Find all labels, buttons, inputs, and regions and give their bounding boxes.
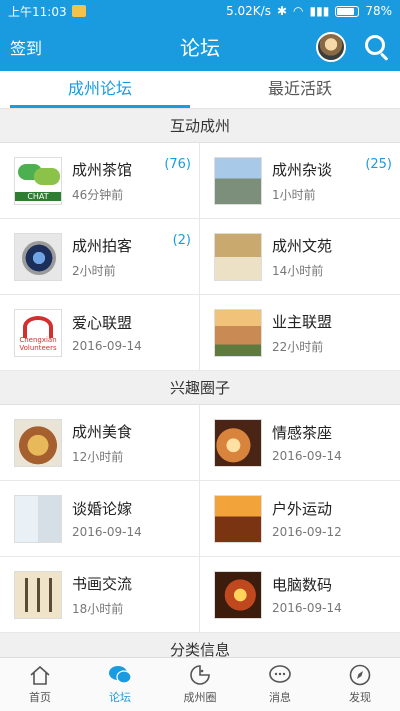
forum-time: 46分钟前 [72,187,124,202]
volunteer-logo: Chengxian Volunteers [14,308,62,357]
forum-item[interactable]: 谈婚论嫁 2016-09-14 [0,481,200,557]
forum-name: 成州文苑 [272,236,333,255]
forum-item[interactable]: 书画交流 18小时前 [0,557,200,633]
search-icon[interactable] [364,34,390,61]
bluetooth-icon: ✱ [276,4,288,18]
forum-item[interactable]: 成州文苑 14小时前 [200,219,400,295]
books-image [214,232,262,281]
battery-icon [335,5,360,17]
forum-name: 业主联盟 [272,312,333,331]
forum-time: 2016-09-14 [72,525,142,539]
forum-name: 情感茶座 [272,424,333,442]
forum-time: 14小时前 [272,263,324,278]
forum-count: (25) [365,157,392,172]
network-speed: 5.02K/s [226,4,271,18]
forum-count: (76) [164,157,191,172]
compass-icon [349,664,371,686]
forum-time: 1小时前 [272,187,316,202]
nav-discover[interactable]: 发现 [320,658,400,711]
section-header: 互动成州 [0,109,400,143]
nav-actions [316,31,390,62]
forum-item[interactable]: 户外运动 2016-09-12 [200,481,400,557]
forum-time: 2小时前 [72,263,116,278]
tab-recent-active[interactable]: 最近活跃 [200,71,400,108]
nav-messages[interactable]: 消息 [240,658,320,711]
message-icon [269,665,291,683]
wifi-icon: ◠ [293,4,304,18]
calligraphy-image [14,570,62,619]
forum-name: 成州美食 [72,422,133,441]
digital-image [214,570,262,619]
tab-bar: 成州论坛 最近活跃 [0,71,400,109]
forum-time: 2016-09-14 [272,449,342,463]
avatar[interactable] [316,31,346,62]
nav-label: 成州圈 [183,691,217,704]
forum-name: 电脑数码 [272,576,333,594]
forum-name: 成州茶馆 [72,160,133,179]
forum-time: 22小时前 [272,339,324,354]
outdoor-image [214,494,262,543]
nav-bar: 签到 论坛 [0,22,400,71]
forum-grid: CHAT 成州茶馆 46分钟前 (76) 成州杂谈 1小时前 (25) 成州拍客 2小… [0,143,400,371]
forum-name: 谈婚论嫁 [72,500,133,518]
forum-item[interactable]: 成州拍客 2小时前 (2) [0,219,200,295]
circle-icon [190,665,210,685]
forum-name: 成州杂谈 [272,160,333,179]
status-bar: 上午11:03 5.02K/s ✱ ◠ ▮▮▮ 78% [0,0,400,22]
content-area: 成州论坛 最近活跃 互动成州 CHAT 成州茶馆 46分钟前 (76) 成州杂谈 1… [0,71,400,657]
nav-label: 消息 [269,691,291,704]
forum-name: 成州拍客 [72,236,133,255]
forum-time: 12小时前 [72,449,124,464]
section-header: 分类信息 [0,633,400,657]
forum-name: 书画交流 [72,574,133,593]
food-image [14,418,62,467]
camera-lens-icon [14,232,62,281]
forum-name: 爱心联盟 [72,314,133,332]
nav-label: 首页 [29,691,51,704]
home-icon [30,665,50,685]
forum-item[interactable]: CHAT 成州茶馆 46分钟前 (76) [0,143,200,219]
forum-time: 2016-09-14 [272,601,342,615]
forum-item[interactable]: 成州杂谈 1小时前 (25) [200,143,400,219]
forum-item[interactable]: 情感茶座 2016-09-14 [200,405,400,481]
forum-item[interactable]: 电脑数码 2016-09-14 [200,557,400,633]
notification-app-icon [71,5,86,17]
checkin-button[interactable]: 签到 [10,35,42,59]
tab-indicator [10,105,190,108]
tab-chengzhou-forum[interactable]: 成州论坛 [0,71,200,108]
wedding-image [14,494,62,543]
bottom-nav: 首页 论坛 成州圈 消息 发现 [0,657,400,711]
nav-label: 发现 [349,691,371,704]
buildings-image [214,308,262,357]
nav-circle[interactable]: 成州圈 [160,658,240,711]
chat-icon: CHAT [14,156,62,205]
forum-grid: 成州美食 12小时前 情感茶座 2016-09-14 谈婚论嫁 2016-09-14 … [0,405,400,633]
forum-item[interactable]: 业主联盟 22小时前 [200,295,400,371]
forum-time: 2016-09-12 [272,525,342,539]
nav-label: 论坛 [109,691,131,704]
section-header: 兴趣圈子 [0,371,400,405]
status-right: 5.02K/s ✱ ◠ ▮▮▮ 78% [226,4,392,18]
forum-count: (2) [172,233,191,248]
forum-item[interactable]: Chengxian Volunteers 爱心联盟 2016-09-14 [0,295,200,371]
nav-forum[interactable]: 论坛 [80,658,160,711]
city-image [214,156,262,205]
forum-item[interactable]: 成州美食 12小时前 [0,405,200,481]
forum-name: 户外运动 [272,500,333,518]
forum-time: 18小时前 [72,601,124,616]
nav-home[interactable]: 首页 [0,658,80,711]
forum-time: 2016-09-14 [72,339,142,353]
heart-image [214,418,262,467]
forum-icon [109,666,132,684]
status-time: 上午11:03 [8,4,67,19]
status-left: 上午11:03 [8,3,86,20]
battery-percent: 78% [365,4,392,18]
signal-icon: ▮▮▮ [309,4,330,18]
